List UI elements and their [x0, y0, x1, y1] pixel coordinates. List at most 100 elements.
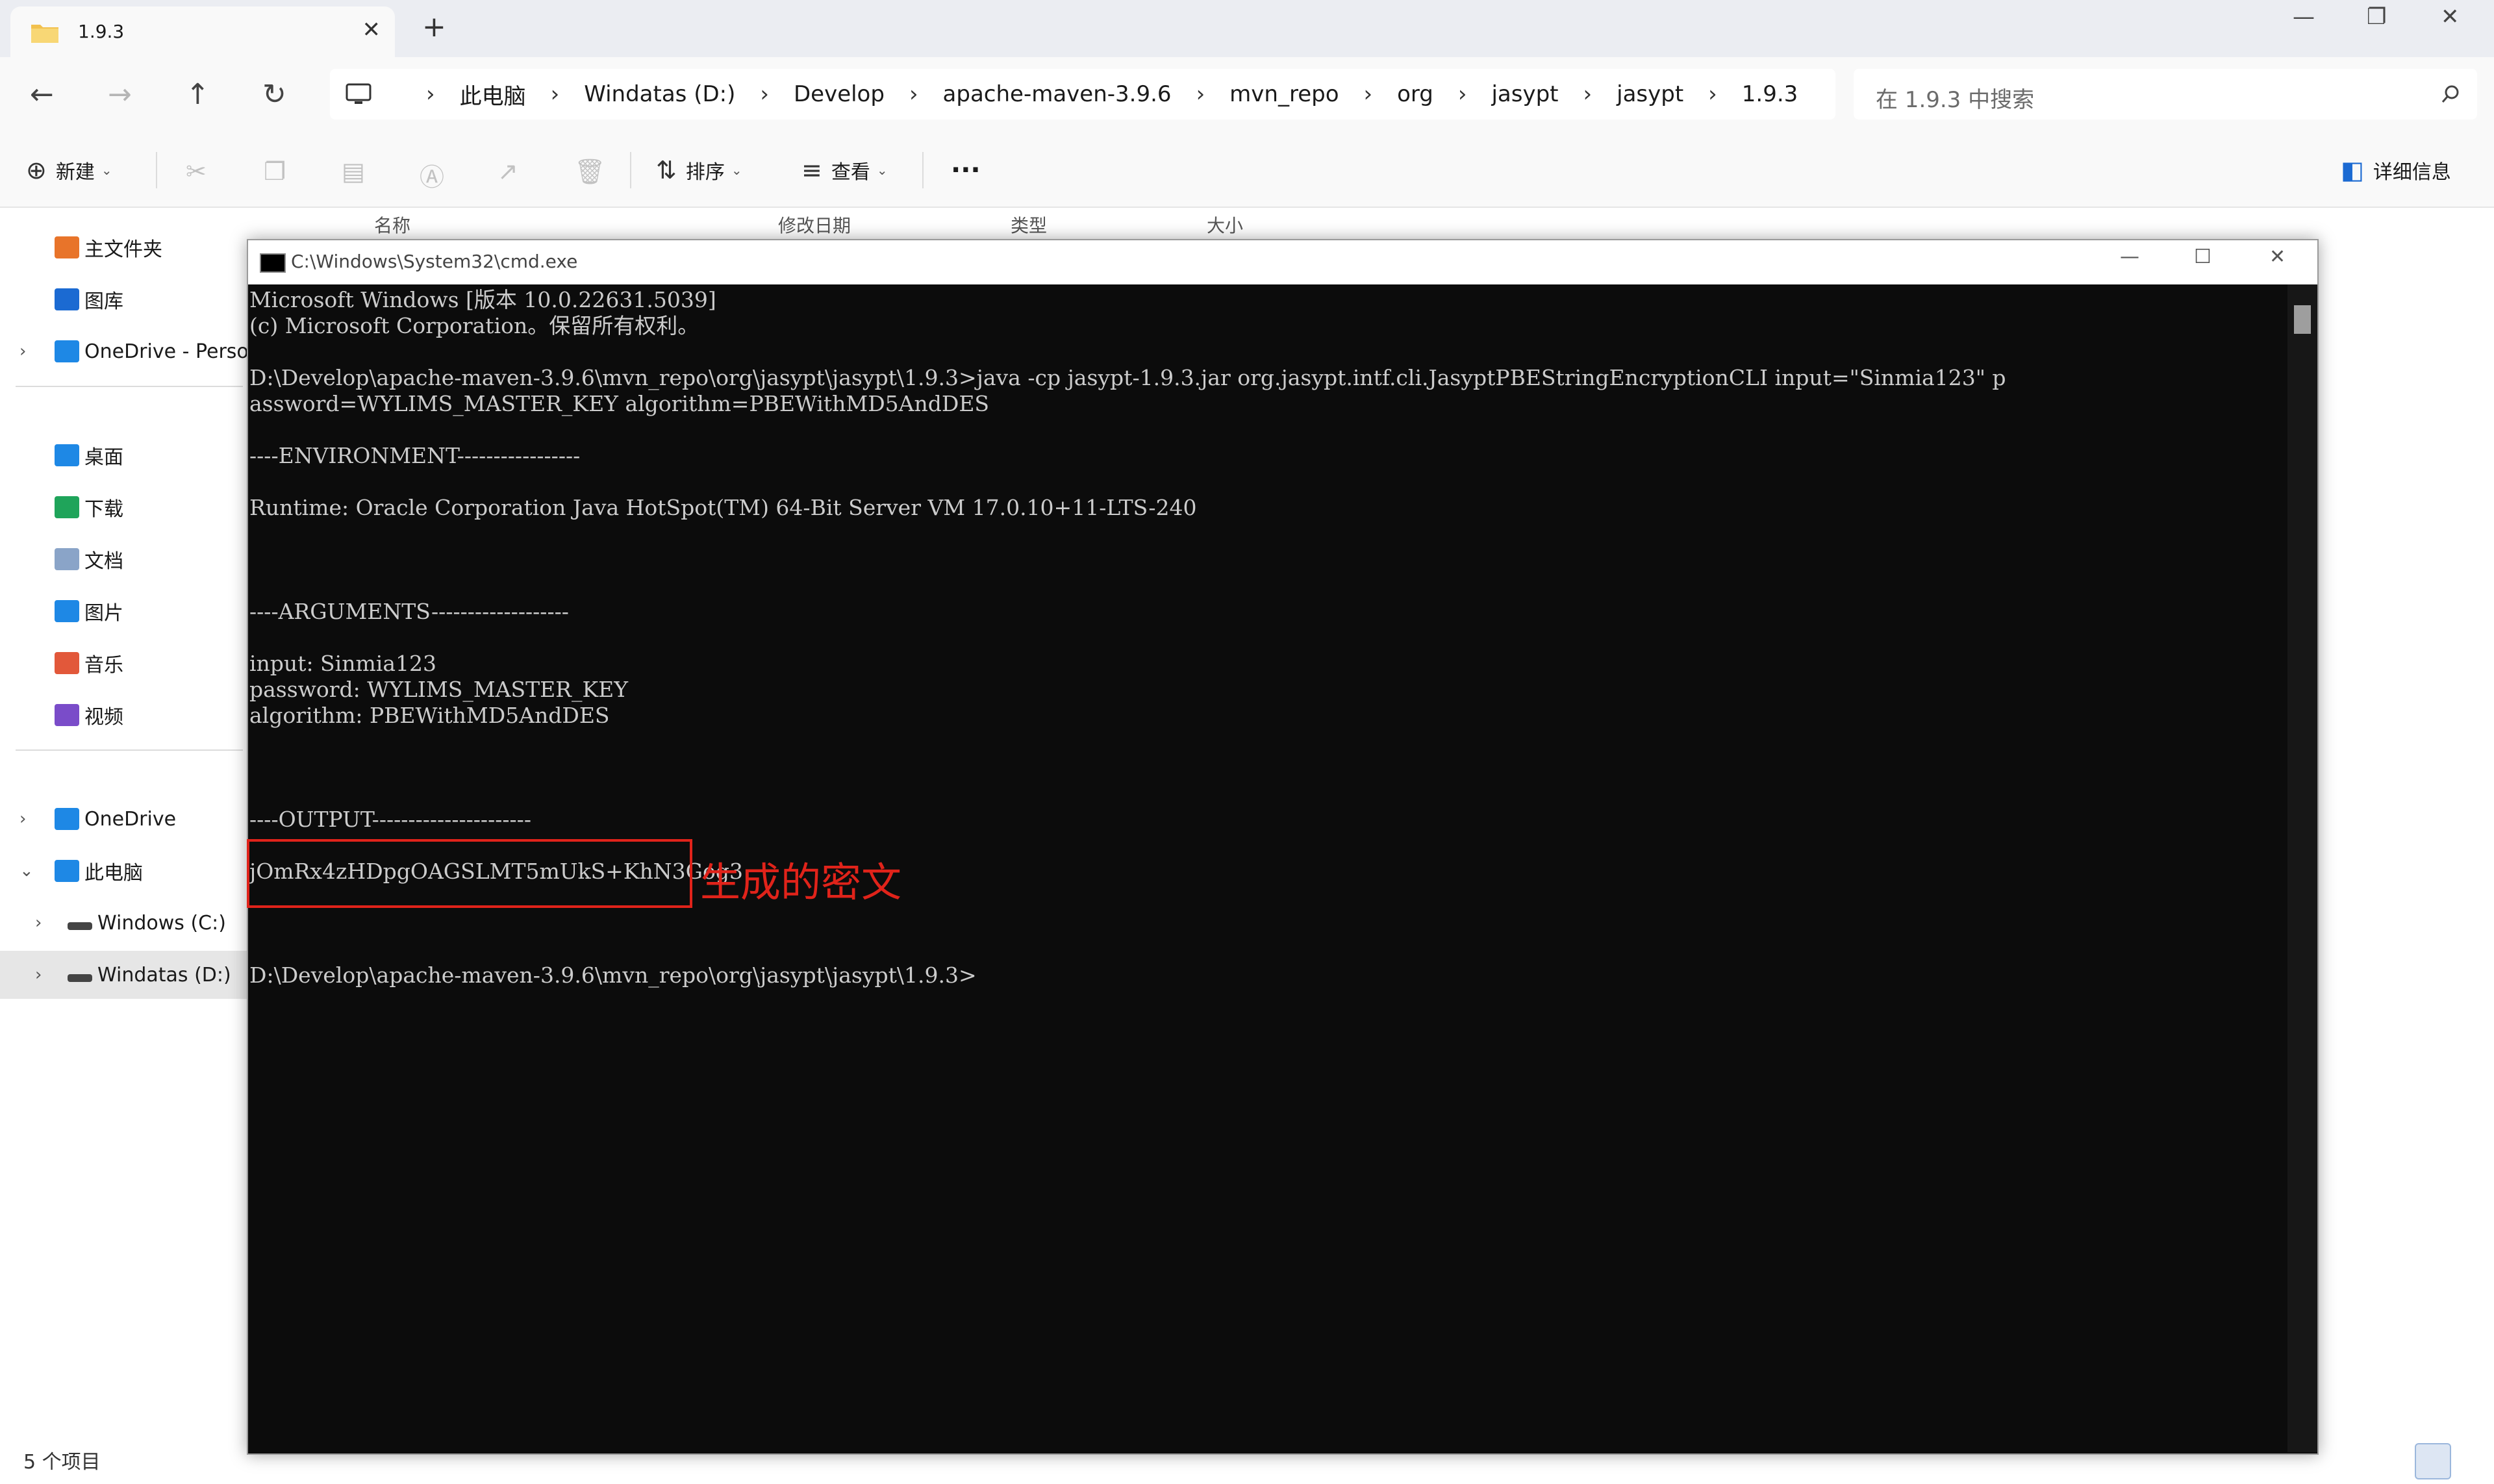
sidebar-item-4[interactable]: 下载	[0, 483, 248, 531]
sidebar-item-11[interactable]: › Windows (C:)	[0, 899, 248, 947]
breadcrumb-item[interactable]: Windatas (D:)	[584, 81, 735, 107]
status-item-count: 5 个项目	[23, 1451, 101, 1474]
console-line: ----ENVIRONMENT-----------------	[249, 443, 581, 468]
details-pane-button[interactable]: ◧ 详细信息	[2341, 134, 2451, 207]
sidebar-item-label: 音乐	[84, 654, 123, 677]
address-bar[interactable]: › 此电脑 › Windatas (D:) › Develop › apache-maven-…	[330, 69, 1835, 119]
breadcrumb-item[interactable]: jasypt	[1617, 81, 1683, 107]
more-options-button[interactable]: ···	[951, 134, 981, 207]
breadcrumb-separator-icon[interactable]: ›	[426, 81, 435, 107]
sidebar-item-2[interactable]: › OneDrive - Personal	[0, 327, 279, 375]
column-header-size[interactable]: 大小	[1207, 212, 1243, 238]
sidebar-item-label: 图库	[84, 290, 123, 313]
rename-icon[interactable]: Ⓐ	[420, 157, 444, 193]
breadcrumb-separator-icon[interactable]: ›	[1364, 81, 1373, 107]
refresh-icon[interactable]: ↻	[262, 78, 286, 111]
copy-icon[interactable]: ❐	[264, 157, 286, 186]
sidebar-item-label: 此电脑	[84, 862, 143, 885]
breadcrumb-item[interactable]: apache-maven-3.9.6	[943, 81, 1172, 107]
console-line: ----ARGUMENTS-------------------	[249, 599, 569, 624]
breadcrumb-item[interactable]: 此电脑	[460, 79, 526, 110]
chevron-right-icon[interactable]: ›	[19, 809, 26, 829]
sidebar-item-6[interactable]: 图片	[0, 587, 248, 635]
breadcrumb-item[interactable]: jasypt	[1491, 81, 1558, 107]
cmd-minimize-button[interactable]: —	[2120, 245, 2139, 268]
console-line: algorithm: PBEWithMD5AndDES	[249, 703, 610, 728]
chevron-down-icon: ⌄	[731, 162, 742, 178]
sidebar-item-0[interactable]: 主文件夹	[0, 223, 248, 271]
view-lines-icon: ≡	[801, 156, 822, 184]
delete-icon[interactable]: 🗑	[574, 157, 605, 186]
sidebar-item-7[interactable]: 音乐	[0, 639, 248, 687]
sort-button[interactable]: ⇅ 排序 ⌄	[656, 134, 742, 207]
sidebar-item-label: 文档	[84, 550, 123, 573]
ciphertext-annotation: 生成的密文	[700, 859, 902, 906]
divider	[922, 152, 924, 188]
pc-icon	[55, 860, 79, 882]
cmd-app-icon	[260, 253, 286, 273]
divider	[630, 152, 631, 188]
sidebar-divider	[16, 386, 243, 387]
breadcrumb-separator-icon[interactable]: ›	[1458, 81, 1467, 107]
downloads-folder-icon	[55, 496, 79, 518]
sidebar-item-label: 图片	[84, 602, 123, 625]
cmd-title: C:\Windows\System32\cmd.exe	[291, 251, 578, 272]
onedrive-folder-icon	[55, 808, 79, 830]
share-icon[interactable]: ↗	[498, 157, 518, 186]
breadcrumb-separator-icon[interactable]: ›	[760, 81, 769, 107]
view-button[interactable]: ≡ 查看 ⌄	[801, 134, 888, 207]
sidebar-item-label: OneDrive	[84, 807, 177, 831]
breadcrumb-item[interactable]: org	[1397, 81, 1433, 107]
cmd-title-bar: C:\Windows\System32\cmd.exe — ☐ ✕	[248, 240, 2317, 284]
minimize-button[interactable]: —	[2293, 4, 2315, 30]
console-line: D:\Develop\apache-maven-3.9.6\mvn_repo\o…	[249, 962, 977, 988]
chevron-right-icon[interactable]: ›	[35, 965, 42, 985]
breadcrumb-item[interactable]: 1.9.3	[1742, 81, 1798, 107]
breadcrumb-separator-icon[interactable]: ›	[1196, 81, 1205, 107]
sidebar-item-1[interactable]: 图库	[0, 275, 248, 323]
search-box[interactable]: 在 1.9.3 中搜索	[1854, 69, 2477, 119]
details-view-toggle-icon[interactable]	[2415, 1443, 2451, 1479]
view-label: 查看	[831, 161, 870, 184]
breadcrumb-separator-icon[interactable]: ›	[909, 81, 918, 107]
new-tab-plus-icon[interactable]: +	[422, 10, 446, 44]
breadcrumb-separator-icon[interactable]: ›	[1583, 81, 1593, 107]
close-button[interactable]: ✕	[2441, 4, 2460, 30]
chevron-right-icon[interactable]: ›	[35, 913, 42, 933]
breadcrumb-separator-icon[interactable]: ›	[551, 81, 560, 107]
chevron-down-icon[interactable]: ⌄	[19, 861, 34, 881]
restore-button[interactable]: ❐	[2367, 4, 2386, 30]
breadcrumb-item[interactable]: mvn_repo	[1229, 81, 1339, 107]
tiles-view-toggle-icon[interactable]	[2452, 1443, 2486, 1477]
scroll-thumb[interactable]	[2294, 305, 2311, 334]
console-line: (c) Microsoft Corporation。保留所有权利。	[249, 313, 699, 338]
command-bar: ⊕ 新建 ⌄ ✂ ❐ ▤ Ⓐ ↗ 🗑 ⇅ 排序 ⌄ ≡ 查看 ⌄ ··· ◧ 详…	[0, 134, 2494, 208]
cmd-close-button[interactable]: ✕	[2269, 245, 2286, 268]
cmd-scrollbar[interactable]	[2287, 284, 2317, 1452]
drive-icon	[68, 922, 92, 930]
sort-label: 排序	[685, 161, 725, 184]
sidebar-item-5[interactable]: 文档	[0, 535, 248, 583]
sidebar-item-12[interactable]: › Windatas (D:)	[0, 951, 248, 999]
sidebar-item-3[interactable]: 桌面	[0, 431, 248, 479]
breadcrumb-item[interactable]: Develop	[794, 81, 885, 107]
console-line: assword=WYLIMS_MASTER_KEY algorithm=PBEW…	[249, 391, 990, 416]
sidebar-item-8[interactable]: 视频	[0, 691, 248, 739]
navigation-pane: 主文件夹图库 › OneDrive - Personal 桌面下载文档图片音乐视频 › O…	[0, 0, 279, 1429]
sidebar-item-label: Windatas (D:)	[97, 963, 231, 987]
sidebar-item-label: 视频	[84, 706, 123, 729]
sidebar-item-label: 下载	[84, 498, 123, 521]
sidebar-item-9[interactable]: › OneDrive	[0, 795, 248, 843]
breadcrumb-separator-icon[interactable]: ›	[1708, 81, 1717, 107]
column-header-type[interactable]: 类型	[1011, 212, 1047, 238]
sidebar-item-10[interactable]: ⌄ 此电脑	[0, 847, 248, 895]
documents-folder-icon	[55, 548, 79, 570]
music-folder-icon	[55, 652, 79, 674]
chevron-right-icon[interactable]: ›	[19, 342, 26, 361]
tab-close-icon[interactable]: ✕	[362, 17, 381, 43]
console-line: Microsoft Windows [版本 10.0.22631.5039]	[249, 287, 716, 312]
column-header-modified[interactable]: 修改日期	[778, 212, 851, 238]
column-header-name[interactable]: 名称	[374, 212, 410, 238]
paste-icon[interactable]: ▤	[342, 157, 365, 186]
cmd-maximize-button[interactable]: ☐	[2194, 245, 2211, 268]
